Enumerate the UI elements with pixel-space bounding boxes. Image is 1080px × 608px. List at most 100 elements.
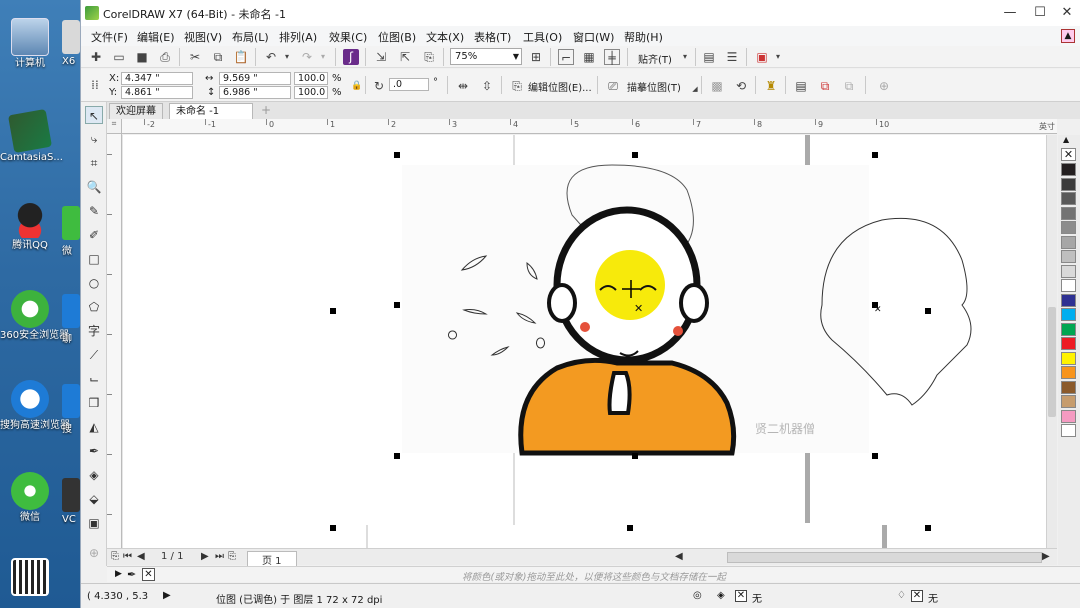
scroll-right-icon[interactable]: ▶: [1042, 551, 1050, 562]
launch-icon[interactable]: ▣: [754, 49, 770, 65]
menu-view[interactable]: 视图(V): [184, 29, 222, 45]
width-field[interactable]: 9.569 ": [219, 72, 291, 85]
scroll-left-icon[interactable]: ◀: [675, 551, 683, 562]
menu-arrange[interactable]: 排列(A): [279, 29, 317, 45]
first-page-icon[interactable]: ⏮: [123, 551, 132, 562]
menu-file[interactable]: 文件(F): [91, 29, 128, 45]
copy-icon[interactable]: ⧉: [210, 49, 226, 65]
desktop-icon-wechat[interactable]: 微信: [0, 472, 60, 524]
import-icon[interactable]: ⇲: [373, 49, 389, 65]
mirror-vertical-icon[interactable]: ⇳: [479, 78, 495, 94]
save-icon[interactable]: ■: [134, 49, 150, 65]
horizontal-ruler[interactable]: -2 -1 0 1 2 3 4 5 6 7 8 9 10 英寸: [122, 119, 1057, 134]
paste-icon[interactable]: 📋: [233, 49, 249, 65]
desktop-icon-qq[interactable]: 腾讯QQ: [0, 200, 60, 252]
interactive-fill-tool-icon[interactable]: ◈: [85, 466, 103, 484]
pick-tool-icon[interactable]: ↖: [85, 106, 103, 124]
vertical-ruler[interactable]: [107, 134, 122, 548]
color-swatch[interactable]: [1061, 380, 1076, 394]
maximize-button[interactable]: ☐: [1027, 4, 1053, 22]
rotation-angle-field[interactable]: .0: [389, 78, 429, 91]
desktop-partial-icon[interactable]: 微: [62, 206, 80, 257]
scale-width-field[interactable]: 100.0: [294, 72, 328, 85]
page-options-icon[interactable]: ⎘: [111, 551, 119, 562]
cut-icon[interactable]: ✂: [187, 49, 203, 65]
menu-effects[interactable]: 效果(C): [329, 29, 367, 45]
print-icon[interactable]: ⎙: [157, 49, 173, 65]
canvas-artwork[interactable]: ✕ 贤二机器僧 ✕: [122, 135, 1057, 548]
show-grid-icon[interactable]: ▦: [581, 49, 597, 65]
full-screen-preview-icon[interactable]: ⊞: [528, 49, 544, 65]
palette-up-icon[interactable]: ▲: [1063, 135, 1069, 144]
menu-help[interactable]: 帮助(H): [624, 29, 663, 45]
no-color-swatch[interactable]: ✕: [1061, 148, 1076, 161]
trace-bitmap-button[interactable]: 描摹位图(T): [627, 79, 681, 94]
menu-tools[interactable]: 工具(O): [523, 29, 562, 45]
artistic-media-tool-icon[interactable]: ✐: [85, 226, 103, 244]
menu-text[interactable]: 文本(X): [426, 29, 464, 45]
color-swatch[interactable]: [1061, 206, 1076, 220]
color-swatch[interactable]: [1061, 235, 1076, 249]
mirror-horizontal-icon[interactable]: ⇹: [455, 78, 471, 94]
y-position-field[interactable]: 4.861 ": [121, 86, 193, 99]
object-origin-icon[interactable]: ⁞⁞: [87, 77, 103, 93]
color-swatch[interactable]: [1061, 293, 1076, 307]
to-front-icon[interactable]: ⧉: [817, 78, 833, 94]
new-document-icon[interactable]: ✚: [88, 49, 104, 65]
wrap-text-icon[interactable]: ▤: [793, 78, 809, 94]
zoom-tool-icon[interactable]: 🔍: [85, 178, 103, 196]
chevron-down-icon[interactable]: ▾: [770, 49, 786, 65]
title-bar[interactable]: CorelDRAW X7 (64-Bit) - 未命名 -1 — ☐ ✕: [81, 0, 1080, 26]
color-swatch[interactable]: [1061, 395, 1076, 408]
add-tab-icon[interactable]: +: [259, 103, 273, 118]
tab-untitled-1[interactable]: 未命名 -1: [169, 103, 253, 119]
publish-pdf-icon[interactable]: ⎘: [421, 49, 437, 65]
desktop-icon-camtasia[interactable]: CamtasiaS...: [0, 108, 63, 164]
redo-dropdown-icon[interactable]: ▾: [315, 49, 331, 65]
desktop-partial-icon[interactable]: VC: [62, 478, 80, 525]
snap-to-menu[interactable]: 贴齐(T): [638, 51, 672, 66]
connector-tool-icon[interactable]: ⌙: [85, 370, 103, 388]
desktop-partial-icon[interactable]: 搜: [62, 384, 80, 435]
desktop-partial-icon[interactable]: X6: [62, 20, 80, 67]
close-button[interactable]: ✕: [1054, 4, 1080, 22]
color-swatch[interactable]: [1061, 351, 1076, 365]
color-swatch[interactable]: [1061, 177, 1076, 191]
desktop-icon-computer[interactable]: 计算机: [0, 18, 60, 70]
edit-bitmap-icon[interactable]: ⎘: [509, 78, 525, 94]
color-eyedropper-tool-icon[interactable]: ✒: [85, 442, 103, 460]
trace-bitmap-icon[interactable]: ⎚: [605, 78, 621, 94]
freehand-tool-icon[interactable]: ✎: [85, 202, 103, 220]
fill-swatch-none[interactable]: ✕: [735, 590, 747, 602]
chevron-down-icon[interactable]: ▾: [677, 49, 693, 65]
color-swatch[interactable]: [1061, 337, 1076, 350]
bitmap-color-mask-icon[interactable]: ♜: [763, 78, 779, 94]
color-swatch[interactable]: [1061, 366, 1076, 379]
no-color-swatch[interactable]: ✕: [142, 568, 155, 581]
parallel-dimension-tool-icon[interactable]: ⟋: [85, 346, 103, 364]
ellipse-tool-icon[interactable]: ○: [85, 274, 103, 292]
show-rulers-icon[interactable]: ⌐: [558, 49, 574, 65]
polygon-tool-icon[interactable]: ⬠: [85, 298, 103, 316]
crop-bitmap-icon[interactable]: ▩: [709, 78, 725, 94]
to-back-icon[interactable]: ⧉: [841, 78, 857, 94]
color-proof-icon[interactable]: ◎: [693, 590, 702, 601]
outline-swatch-none[interactable]: ✕: [911, 590, 923, 602]
color-swatch[interactable]: [1061, 264, 1076, 278]
menu-window[interactable]: 窗口(W): [573, 29, 614, 45]
desktop-icon-360-browser[interactable]: 360安全浏览器: [0, 290, 69, 342]
show-guidelines-icon[interactable]: ╪: [604, 49, 620, 65]
minimize-button[interactable]: —: [997, 4, 1023, 22]
lock-ratio-icon[interactable]: 🔒: [349, 78, 365, 94]
options-icon[interactable]: ▤: [701, 49, 717, 65]
outline-pen-icon[interactable]: ▣: [85, 514, 103, 532]
add-page-icon[interactable]: ⎘: [228, 551, 236, 562]
next-page-icon[interactable]: ▶: [201, 551, 209, 562]
smart-fill-tool-icon[interactable]: ⬙: [85, 490, 103, 508]
transparency-tool-icon[interactable]: ◭: [85, 418, 103, 436]
menu-table[interactable]: 表格(T): [474, 29, 511, 45]
rectangle-tool-icon[interactable]: □: [85, 250, 103, 268]
menu-bitmaps[interactable]: 位图(B): [378, 29, 416, 45]
add-tool-icon[interactable]: ⊕: [85, 544, 103, 562]
rotate-icon[interactable]: ↻: [371, 78, 387, 94]
